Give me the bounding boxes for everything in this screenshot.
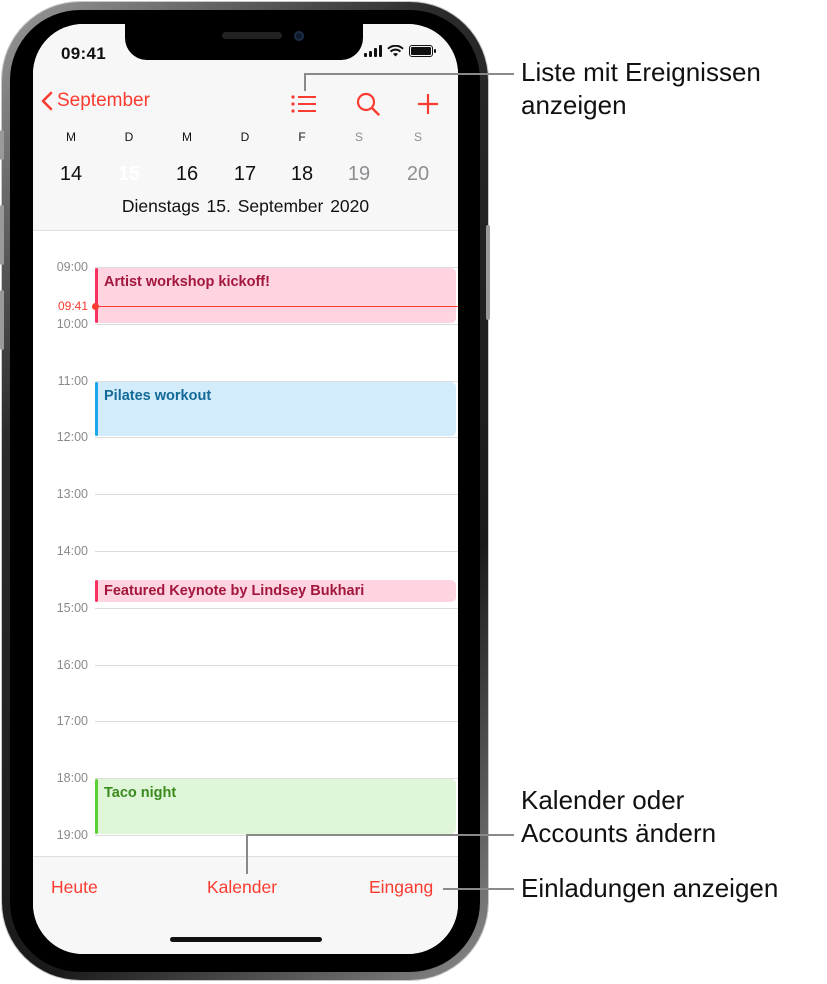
hour-label: 15:00	[56, 600, 88, 615]
callout-line-list-v	[304, 73, 306, 91]
weekday-row: MDMDFSS	[33, 130, 458, 146]
hour-label: 18:00	[56, 771, 88, 786]
hour-row: 14:00	[33, 544, 458, 565]
date-selected[interactable]: 15	[109, 154, 149, 194]
current-time-label: 09:41	[57, 298, 88, 313]
date-cell[interactable]: 19	[339, 154, 379, 194]
callout-line-calendars-h	[246, 834, 514, 836]
hour-gridline	[95, 664, 458, 666]
hour-label: 14:00	[56, 544, 88, 558]
screen: 09:41 September M D M D F S S 14 15 16 1…	[33, 24, 458, 954]
hour-label: 11:00	[57, 373, 88, 388]
plus-icon	[418, 94, 438, 114]
hour-row: 10:00	[33, 317, 458, 338]
date-row: 14 15 16 17 18 19 20	[33, 154, 458, 194]
date-cell[interactable]: 18	[282, 154, 322, 194]
callout-line-inbox-h	[443, 888, 514, 890]
hour-row: 15:00	[33, 601, 458, 622]
event-color-bar	[95, 381, 98, 437]
weekday-label: D	[124, 130, 134, 144]
hour-label: 16:00	[56, 657, 88, 672]
event-title: Artist workshop kickoff!	[104, 274, 270, 290]
hour-gridline	[95, 721, 458, 723]
hour-label: 17:00	[56, 714, 88, 729]
weekday-label: S	[354, 130, 363, 144]
date-cell[interactable]: 14	[51, 154, 91, 194]
silent-switch	[0, 130, 4, 160]
hour-gridline	[95, 551, 458, 552]
callout-calendars-line2: Accounts ändern	[521, 818, 717, 848]
hour-row: 13:00	[33, 487, 458, 508]
speaker	[222, 32, 282, 39]
callout-calendars: Kalender oder Accounts ändern	[521, 784, 716, 850]
hour-gridline	[95, 607, 458, 609]
search-icon	[356, 92, 380, 116]
selected-date-label: Dienstags 15. September 2020	[121, 196, 370, 216]
back-label: September	[57, 90, 150, 111]
callout-inbox: Einladungen anzeigen	[521, 873, 779, 903]
weekday-label: D	[240, 130, 250, 144]
volume-down-button	[0, 290, 4, 350]
weekday-label: M	[182, 130, 192, 144]
hour-label: 19:00	[56, 828, 88, 842]
callout-list-line2: anzeigen	[521, 90, 627, 120]
hour-label: 09:00	[56, 260, 88, 274]
date-cell[interactable]: 20	[398, 154, 438, 194]
volume-up-button	[0, 205, 4, 265]
list-icon	[291, 95, 316, 113]
current-time-line	[95, 305, 458, 307]
hour-label: 10:00	[56, 316, 88, 331]
hour-label: 12:00	[56, 430, 88, 445]
side-button	[486, 225, 490, 320]
event-block[interactable]: Artist workshop kickoff!	[95, 268, 456, 323]
event-title: Taco night	[104, 785, 177, 802]
date-cell[interactable]: 17	[225, 154, 265, 194]
event-title: Pilates workout	[104, 387, 212, 404]
signal-icon	[364, 45, 382, 57]
status-icons	[364, 45, 436, 57]
callout-line-calendars-v	[246, 834, 248, 874]
back-button[interactable]: September	[41, 90, 150, 112]
search-button[interactable]	[353, 90, 383, 118]
weekday-label: M	[66, 130, 76, 144]
event-color-bar	[95, 779, 98, 834]
add-event-button[interactable]	[413, 90, 443, 118]
callout-line-list-h	[304, 73, 514, 75]
home-indicator	[170, 937, 322, 942]
event-block[interactable]: Pilates workout	[95, 381, 456, 437]
weekday-label: F	[298, 130, 306, 144]
calendar-header: 09:41 September M D M D F S S 14 15 16 1…	[33, 24, 458, 231]
hour-row: 12:00	[33, 430, 458, 451]
hour-gridline	[95, 494, 458, 496]
camera	[294, 31, 304, 41]
current-time-dot	[92, 302, 99, 310]
event-color-bar	[95, 580, 98, 603]
weekday-label: S	[413, 130, 422, 144]
notch	[125, 24, 363, 60]
status-time: 09:41	[61, 44, 106, 63]
chevron-left-icon	[41, 91, 53, 111]
hour-row: 16:00	[33, 658, 458, 679]
battery-icon	[409, 45, 436, 57]
inbox-button[interactable]: Eingang	[369, 877, 433, 898]
calendars-button[interactable]: Kalender	[207, 877, 277, 898]
date-cell[interactable]: 16	[167, 154, 207, 194]
event-title: Featured Keynote by Lindsey Bukhari	[104, 583, 365, 600]
day-timeline[interactable]: 09:00 10:00 11:00 12:00 13:00 14:00 15:00 16:00…	[33, 231, 458, 856]
hour-gridline	[95, 437, 458, 439]
hour-label: 13:00	[56, 487, 88, 502]
callout-calendars-line1: Kalender oder	[521, 785, 685, 815]
event-block[interactable]: Taco night	[95, 779, 456, 834]
event-block[interactable]: Featured Keynote by Lindsey Bukhari	[95, 580, 456, 603]
hour-row: 17:00	[33, 714, 458, 735]
today-button[interactable]: Heute	[51, 877, 98, 898]
event-color-bar	[95, 268, 98, 323]
hour-gridline	[95, 323, 458, 325]
list-view-button[interactable]	[289, 90, 319, 118]
wifi-icon	[387, 45, 404, 57]
callout-list-line1: Liste mit Ereignissen	[521, 57, 761, 87]
callout-list: Liste mit Ereignissen anzeigen	[521, 56, 761, 122]
